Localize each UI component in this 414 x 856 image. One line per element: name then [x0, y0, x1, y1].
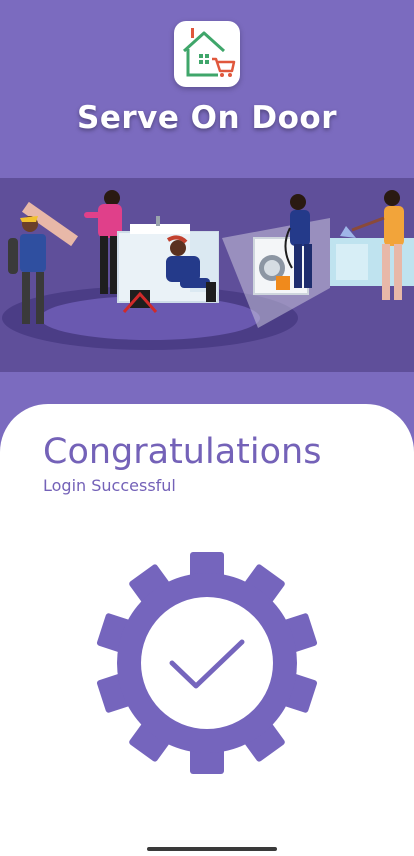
home-services-illustration — [0, 178, 414, 372]
success-sheet: Congratulations Login Successful — [0, 404, 414, 856]
login-success-message: Login Successful — [43, 476, 176, 495]
congratulations-heading: Congratulations — [43, 432, 322, 472]
home-indicator[interactable] — [147, 847, 277, 851]
app-header: Serve On Door — [0, 0, 414, 178]
gear-checkmark-icon — [96, 552, 318, 774]
app-title: Serve On Door — [77, 100, 337, 136]
house-cart-logo-icon — [174, 21, 240, 87]
